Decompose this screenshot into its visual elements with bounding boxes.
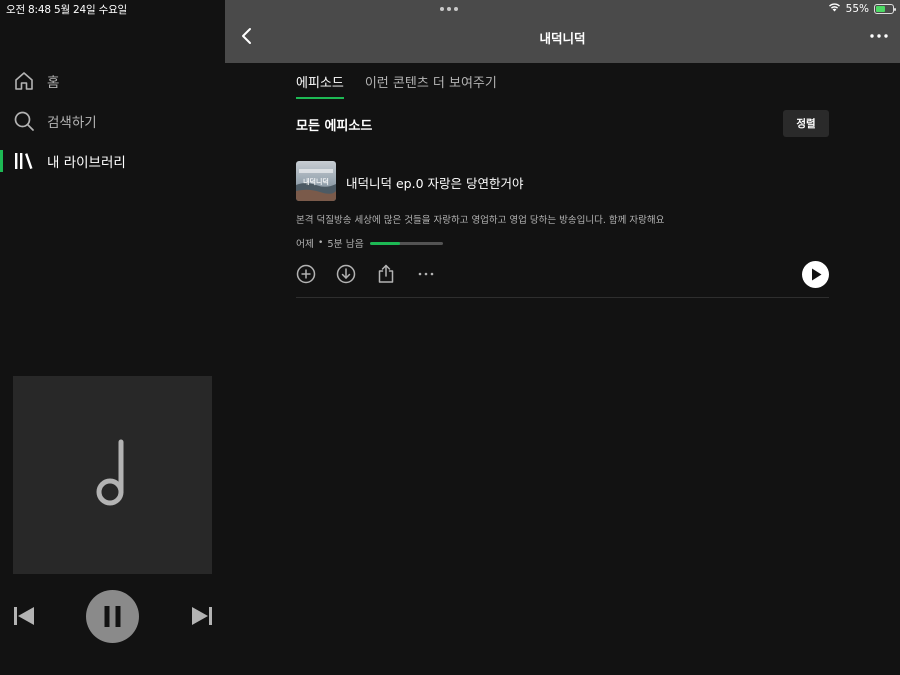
- sidebar-item-label: 내 라이브러리: [47, 155, 126, 171]
- episode-more-button[interactable]: [416, 264, 436, 284]
- sidebar-item-label: 홈: [47, 75, 60, 91]
- skip-forward-icon: [192, 607, 212, 625]
- page-title: 내덕니덕: [539, 31, 586, 46]
- episode-meta: 어제 • 5분 남음: [296, 236, 443, 250]
- skip-back-icon: [14, 607, 34, 625]
- sidebar-item-label: 검색하기: [47, 115, 97, 131]
- play-episode-button[interactable]: [802, 261, 829, 288]
- tab-episodes[interactable]: 에피소드: [296, 72, 344, 99]
- tab-bar: 에피소드 이런 콘텐츠 더 보여주기: [296, 72, 497, 99]
- sidebar-item-home[interactable]: 홈: [0, 66, 225, 96]
- tab-more-like-this[interactable]: 이런 콘텐츠 더 보여주기: [365, 72, 497, 97]
- search-icon: [13, 110, 35, 132]
- sidebar-item-library[interactable]: 내 라이브러리: [0, 146, 225, 176]
- more-options-button[interactable]: [868, 26, 890, 46]
- status-indicators: 55%: [828, 2, 896, 15]
- episode-remaining: 5분 남음: [327, 239, 364, 250]
- sort-button[interactable]: 정렬: [783, 110, 829, 137]
- battery-icon: [874, 3, 896, 14]
- wifi-icon: [828, 2, 841, 15]
- episode-date: 어제: [296, 239, 315, 250]
- sidebar: 오전 8:48 5월 24일 수요일 홈 검색하기 내 라이브러리: [0, 0, 225, 675]
- plus-circle-icon: [296, 264, 316, 284]
- music-note-icon: [93, 438, 133, 512]
- share-button[interactable]: [376, 264, 396, 284]
- episode-thumbnail: 내덕니덕: [296, 161, 336, 201]
- share-icon: [378, 264, 394, 283]
- main-content: 55% 내덕니덕 에피소드 이런 콘텐츠 더 보여주기 모든 에피소드 정렬 내…: [225, 0, 900, 675]
- episode-description: 본격 덕질방송 세상에 많은 것들을 자랑하고 영업하고 영업 당하는 방송입니…: [296, 215, 665, 226]
- episode-row[interactable]: 내덕니덕 내덕니덕 ep.0 자랑은 당연한거야 본격 덕질방송 세상에 많은 …: [296, 160, 829, 298]
- play-icon: [811, 268, 821, 281]
- episode-thumbnail-text: 내덕니덕: [303, 178, 329, 186]
- episode-title[interactable]: 내덕니덕 ep.0 자랑은 당연한거야: [346, 173, 523, 192]
- battery-percent: 55%: [845, 2, 869, 15]
- multitasking-dots-icon[interactable]: [440, 7, 458, 11]
- status-time-date: 오전 8:48 5월 24일 수요일: [6, 4, 127, 16]
- download-button[interactable]: [336, 264, 356, 284]
- sidebar-item-search[interactable]: 검색하기: [0, 106, 225, 136]
- episode-progress-bar: [369, 241, 443, 245]
- ellipsis-icon: [418, 272, 434, 276]
- pause-button[interactable]: [86, 590, 139, 643]
- previous-track-button[interactable]: [12, 604, 36, 628]
- now-playing-artwork[interactable]: [13, 376, 212, 574]
- home-icon: [13, 70, 35, 92]
- active-indicator: [0, 150, 3, 172]
- download-circle-icon: [336, 264, 356, 284]
- meta-separator: •: [318, 238, 324, 248]
- add-to-library-button[interactable]: [296, 264, 316, 284]
- next-track-button[interactable]: [190, 604, 214, 628]
- ellipsis-icon: [870, 34, 888, 38]
- library-icon: [13, 150, 35, 172]
- section-title: 모든 에피소드: [296, 119, 373, 134]
- pause-icon: [86, 590, 139, 643]
- top-bar: 55% 내덕니덕: [225, 0, 900, 63]
